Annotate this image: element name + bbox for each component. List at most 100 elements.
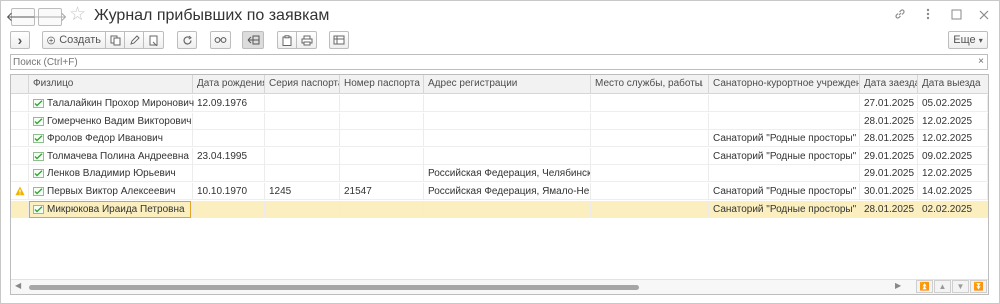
pencil-icon bbox=[129, 34, 140, 45]
header-passport-number[interactable]: Номер паспорта bbox=[340, 75, 424, 94]
table-settings-icon bbox=[333, 35, 345, 45]
list-settings-button[interactable] bbox=[329, 31, 349, 49]
person-name: Ленков Владимир Юрьевич bbox=[47, 168, 176, 180]
cell-workplace bbox=[591, 200, 709, 218]
table-row[interactable]: Талалайкин Прохор Миронович 12.09.1976 27.… bbox=[11, 95, 988, 112]
cell-departure-date: 12.02.2025 bbox=[918, 165, 988, 183]
table-row[interactable]: Микрюкова Ираида Петровна Санаторий "Родн… bbox=[11, 200, 988, 218]
scroll-left-icon[interactable]: ◀ bbox=[15, 281, 21, 290]
cell-birth-date bbox=[193, 200, 265, 218]
scroll-down-icon[interactable]: ▼ bbox=[952, 280, 969, 293]
expand-panel-button[interactable]: › bbox=[10, 31, 30, 49]
forward-button[interactable]: 🡒 bbox=[33, 8, 67, 26]
current-cell-outline bbox=[29, 200, 191, 218]
document-posted-icon bbox=[33, 187, 44, 196]
table-header: Физлицо Дата рождения Серия паспорта Ном… bbox=[11, 75, 988, 94]
cell-registration-address bbox=[424, 147, 591, 165]
cell-passport-series bbox=[265, 130, 340, 148]
cell-arrival-date: 28.01.2025 bbox=[860, 200, 918, 218]
link-icon[interactable] bbox=[893, 8, 907, 23]
cell-passport-number bbox=[340, 200, 424, 218]
scroll-up-icon[interactable]: ▲ bbox=[934, 280, 951, 293]
create-button[interactable]: Создать bbox=[43, 32, 106, 48]
cell-departure-date: 14.02.2025 bbox=[918, 183, 988, 200]
cell-arrival-date: 29.01.2025 bbox=[860, 165, 918, 183]
cell-arrival-date: 28.01.2025 bbox=[860, 130, 918, 148]
table-row[interactable]: Гомерченко Вадим Викторович 28.01.2025 12.… bbox=[11, 112, 988, 130]
person-name: Талалайкин Прохор Миронович bbox=[47, 98, 195, 109]
table-row[interactable]: Фролов Федор Иванович Санаторий "Родные п… bbox=[11, 130, 988, 148]
header-departure-date[interactable]: Дата выезда bbox=[918, 75, 988, 94]
copy-button[interactable] bbox=[106, 32, 125, 48]
copy-icon bbox=[110, 35, 120, 45]
back-button[interactable]: 🡐 bbox=[6, 8, 40, 26]
scroll-to-bottom-icon[interactable]: ⏬ bbox=[970, 280, 987, 293]
more-vert-icon[interactable] bbox=[921, 8, 935, 23]
cell-status bbox=[11, 147, 29, 165]
cell-birth-date: 12.09.1976 bbox=[193, 95, 265, 112]
person-name: Гомерченко Вадим Викторович bbox=[47, 115, 192, 127]
header-sanatorium[interactable]: Санаторно-курортное учреждение bbox=[709, 75, 860, 94]
glasses-icon bbox=[214, 37, 227, 43]
header-person[interactable]: Физлицо bbox=[29, 75, 193, 94]
cell-workplace bbox=[591, 95, 709, 112]
scrollbar-thumb[interactable] bbox=[29, 285, 639, 290]
header-birth-date[interactable]: Дата рождения bbox=[193, 75, 265, 94]
cell-passport-series bbox=[265, 95, 340, 112]
document-posted-icon bbox=[33, 169, 44, 179]
cell-passport-number bbox=[340, 147, 424, 165]
journal-window: 🡐 🡒 ☆ Журнал прибывших по заявкам › Созд… bbox=[0, 0, 1000, 304]
cell-workplace bbox=[591, 165, 709, 183]
more-menu-button[interactable]: Еще ▾ bbox=[948, 31, 988, 49]
list-navigation-buttons: ⏫ ▲ ▼ ⏬ bbox=[915, 280, 987, 293]
chevron-right-icon: › bbox=[17, 32, 23, 48]
header-workplace[interactable]: Место службы, работы ↓ bbox=[591, 75, 709, 94]
cell-registration-address bbox=[424, 200, 591, 218]
header-arrival-date[interactable]: Дата заезда bbox=[860, 75, 918, 94]
person-name: Толмачева Полина Андреевна bbox=[47, 150, 189, 162]
cell-passport-series: 1245 bbox=[265, 183, 340, 200]
cell-workplace bbox=[591, 112, 709, 130]
cell-registration-address: Российская Федерация, Челябинска... bbox=[424, 165, 591, 183]
cell-status bbox=[11, 112, 29, 130]
clear-search-icon[interactable]: × bbox=[978, 55, 984, 69]
person-name: Первых Виктор Алексеевич bbox=[47, 186, 176, 197]
clipboard-button[interactable] bbox=[278, 32, 297, 48]
view-mode-button[interactable] bbox=[210, 31, 231, 49]
header-registration-address[interactable]: Адрес регистрации bbox=[424, 75, 591, 94]
cell-birth-date: 23.04.1995 bbox=[193, 147, 265, 165]
arrivals-table: Физлицо Дата рождения Серия паспорта Ном… bbox=[10, 74, 989, 295]
cell-status bbox=[11, 200, 29, 218]
header-status-column bbox=[11, 75, 29, 94]
table-row[interactable]: Ленков Владимир Юрьевич Российская Федера… bbox=[11, 165, 988, 183]
arrow-right-icon: 🡒 bbox=[32, 9, 68, 24]
scroll-to-top-icon[interactable]: ⏫ bbox=[916, 280, 933, 293]
edit-button[interactable] bbox=[125, 32, 144, 48]
scroll-right-icon[interactable]: ▶ bbox=[895, 281, 901, 290]
cell-registration-address bbox=[424, 130, 591, 148]
cell-passport-number bbox=[340, 165, 424, 183]
clipboard-icon bbox=[282, 34, 292, 46]
table-row[interactable]: Первых Виктор Алексеевич 10.10.1970 1245 21… bbox=[11, 183, 988, 200]
cell-passport-number: 21547 bbox=[340, 183, 424, 200]
cell-sanatorium: Санаторий "Родные просторы" bbox=[709, 200, 860, 218]
cell-passport-number bbox=[340, 112, 424, 130]
refresh-button[interactable] bbox=[177, 31, 197, 49]
sync-list-button[interactable] bbox=[242, 31, 264, 49]
close-icon[interactable] bbox=[977, 8, 991, 23]
horizontal-scrollbar[interactable]: ◀ ▶ ⏫ ▲ ▼ ⏬ bbox=[11, 279, 988, 294]
print-button[interactable] bbox=[297, 32, 316, 48]
header-passport-series[interactable]: Серия паспорта bbox=[265, 75, 340, 94]
cell-passport-number bbox=[340, 95, 424, 112]
cell-registration-address bbox=[424, 112, 591, 130]
cell-arrival-date: 30.01.2025 bbox=[860, 183, 918, 200]
favorite-star-icon[interactable]: ☆ bbox=[69, 5, 86, 25]
refresh-icon bbox=[182, 35, 192, 44]
search-input[interactable] bbox=[13, 55, 953, 69]
page-title: Журнал прибывших по заявкам bbox=[94, 7, 330, 24]
table-row[interactable]: Толмачева Полина Андреевна 23.04.1995 Сана… bbox=[11, 147, 988, 165]
mark-delete-button[interactable] bbox=[144, 32, 163, 48]
more-menu-label: Еще bbox=[953, 34, 976, 46]
cell-departure-date: 02.02.2025 bbox=[918, 200, 988, 218]
maximize-icon[interactable] bbox=[949, 8, 963, 23]
